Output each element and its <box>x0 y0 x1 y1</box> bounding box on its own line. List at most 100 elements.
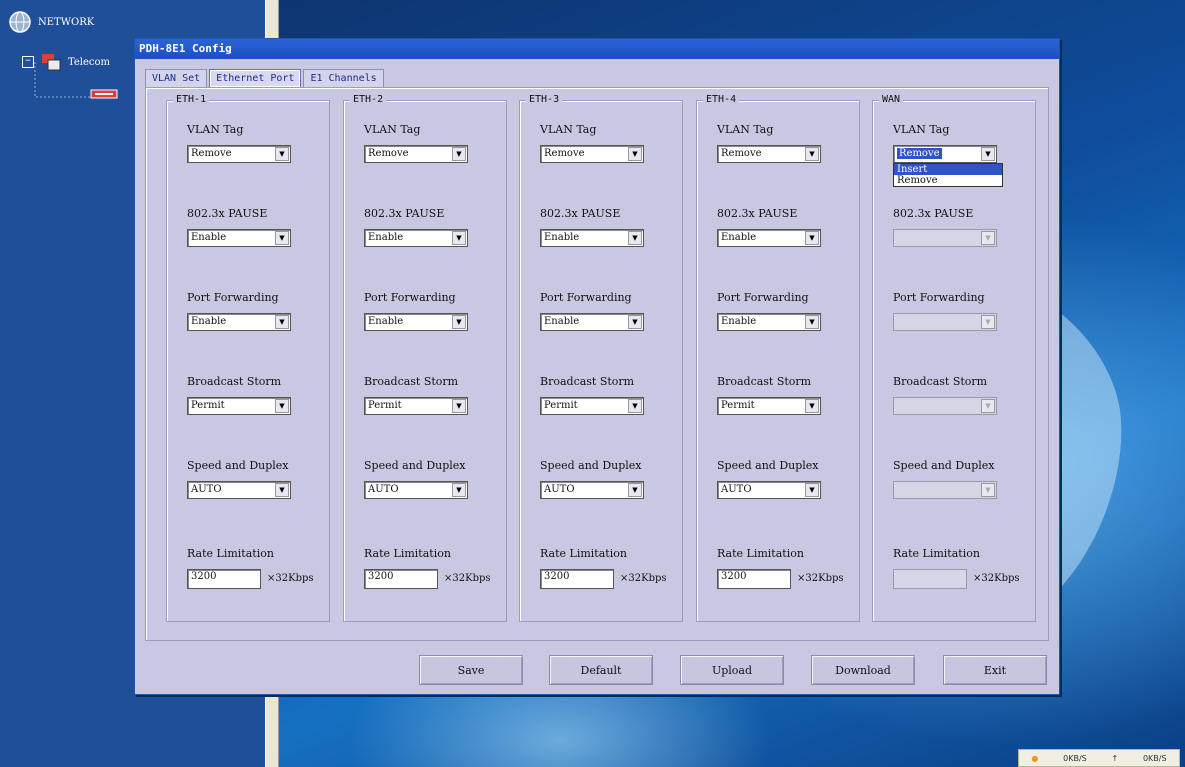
dropdown-arrow-icon: ▼ <box>981 231 995 245</box>
port-forwarding-select[interactable]: Enable ▼ <box>717 313 821 331</box>
pause-select[interactable]: Enable ▼ <box>364 229 468 247</box>
port-forwarding-select[interactable]: Enable ▼ <box>364 313 468 331</box>
dropdown-arrow-icon[interactable]: ▼ <box>628 147 642 161</box>
dropdown-arrow-icon[interactable]: ▼ <box>805 231 819 245</box>
vlan-tag-dropdown-list: Insert Remove <box>893 163 1003 187</box>
speed-duplex-select: ▼ <box>893 481 997 499</box>
select-value: Remove <box>191 148 232 159</box>
tree-root[interactable]: NETWORK <box>8 10 94 34</box>
vlan-tag-select[interactable]: Remove ▼ <box>364 145 468 163</box>
dropdown-arrow-icon[interactable]: ▼ <box>452 315 466 329</box>
tab-bar: VLAN Set Ethernet Port E1 Channels <box>145 69 386 87</box>
vlan-tag-select[interactable]: Remove ▼ <box>717 145 821 163</box>
port-group-title: ETH-1 <box>173 94 210 105</box>
dropdown-arrow-icon[interactable]: ▼ <box>452 231 466 245</box>
rate-limitation-input[interactable]: 3200 <box>540 569 614 589</box>
broadcast-storm-select[interactable]: Permit ▼ <box>540 397 644 415</box>
dropdown-arrow-icon[interactable]: ▼ <box>981 147 995 161</box>
exit-button[interactable]: Exit <box>943 655 1047 685</box>
rate-limitation-input[interactable]: 3200 <box>717 569 791 589</box>
tab-vlan-set[interactable]: VLAN Set <box>145 69 208 87</box>
select-value: Enable <box>544 316 580 327</box>
save-button[interactable]: Save <box>419 655 523 685</box>
status-separator: ↑ <box>1111 753 1119 763</box>
download-button[interactable]: Download <box>811 655 915 685</box>
vlan-tag-label: VLAN Tag <box>364 123 421 136</box>
rate-label: Rate Limitation <box>540 547 627 560</box>
dropdown-arrow-icon[interactable]: ▼ <box>452 399 466 413</box>
broadcast-storm-select[interactable]: Permit ▼ <box>187 397 291 415</box>
dropdown-arrow-icon[interactable]: ▼ <box>805 483 819 497</box>
rate-limitation-input[interactable]: 3200 <box>187 569 261 589</box>
dropdown-arrow-icon[interactable]: ▼ <box>275 483 289 497</box>
broadcast-storm-select[interactable]: Permit ▼ <box>717 397 821 415</box>
vlan-tag-select[interactable]: Remove ▼ <box>187 145 291 163</box>
dropdown-arrow-icon[interactable]: ▼ <box>275 231 289 245</box>
port-forwarding-label: Port Forwarding <box>364 291 456 304</box>
upload-button[interactable]: Upload <box>680 655 784 685</box>
ethernet-port-panel: ETH-1 VLAN Tag Remove ▼ 802.3x PAUSE Enable ▼ P… <box>145 87 1049 641</box>
dropdown-option[interactable]: Insert <box>894 164 1002 175</box>
port-group-wan: WAN VLAN Tag Remove ▼ Insert Remove 802.3x PAU… <box>872 94 1036 622</box>
speed-duplex-select[interactable]: AUTO ▼ <box>540 481 644 499</box>
dropdown-arrow-icon[interactable]: ▼ <box>275 399 289 413</box>
speed-duplex-label: Speed and Duplex <box>893 459 995 472</box>
tab-e1-channels[interactable]: E1 Channels <box>303 69 384 87</box>
speed-duplex-select[interactable]: AUTO ▼ <box>717 481 821 499</box>
dropdown-arrow-icon: ▼ <box>981 483 995 497</box>
vlan-tag-label: VLAN Tag <box>540 123 597 136</box>
status-upload: 0KB/S <box>1063 753 1087 763</box>
rate-limitation-input <box>893 569 967 589</box>
dropdown-arrow-icon: ▼ <box>981 315 995 329</box>
pause-select: ▼ <box>893 229 997 247</box>
vlan-tag-select[interactable]: Remove ▼ <box>540 145 644 163</box>
broadcast-storm-select[interactable]: Permit ▼ <box>364 397 468 415</box>
port-group-title: ETH-3 <box>526 94 563 105</box>
dropdown-arrow-icon[interactable]: ▼ <box>452 147 466 161</box>
dropdown-arrow-icon[interactable]: ▼ <box>275 147 289 161</box>
dropdown-arrow-icon[interactable]: ▼ <box>628 231 642 245</box>
button-bar: Save Default Upload Download Exit <box>135 653 1059 687</box>
dialog-titlebar[interactable]: PDH-8E1 Config <box>135 39 1059 59</box>
port-group-eth-2: ETH-2 VLAN Tag Remove ▼ 802.3x PAUSE Enable ▼ P… <box>343 94 507 622</box>
default-button[interactable]: Default <box>549 655 653 685</box>
dropdown-option[interactable]: Remove <box>894 175 1002 186</box>
select-value: AUTO <box>191 484 222 495</box>
select-value: Permit <box>544 400 578 411</box>
dropdown-arrow-icon[interactable]: ▼ <box>805 315 819 329</box>
dropdown-arrow-icon[interactable]: ▼ <box>628 399 642 413</box>
tab-ethernet-port[interactable]: Ethernet Port <box>209 69 302 87</box>
broadcast-storm-label: Broadcast Storm <box>364 375 459 388</box>
select-value: Remove <box>544 148 585 159</box>
dropdown-arrow-icon[interactable]: ▼ <box>805 399 819 413</box>
speed-duplex-select[interactable]: AUTO ▼ <box>187 481 291 499</box>
select-value: Permit <box>368 400 402 411</box>
rate-limitation-input[interactable]: 3200 <box>364 569 438 589</box>
dropdown-arrow-icon[interactable]: ▼ <box>628 315 642 329</box>
pause-label: 802.3x PAUSE <box>187 207 268 220</box>
port-group-title: ETH-4 <box>703 94 740 105</box>
pause-select[interactable]: Enable ▼ <box>540 229 644 247</box>
pause-select[interactable]: Enable ▼ <box>717 229 821 247</box>
port-forwarding-select[interactable]: Enable ▼ <box>187 313 291 331</box>
dropdown-arrow-icon: ▼ <box>981 399 995 413</box>
speed-duplex-label: Speed and Duplex <box>187 459 289 472</box>
broadcast-storm-label: Broadcast Storm <box>540 375 635 388</box>
rate-unit-label: ×32Kbps <box>444 573 491 584</box>
port-group-title: WAN <box>879 94 904 105</box>
port-forwarding-select[interactable]: Enable ▼ <box>540 313 644 331</box>
rate-unit-label: ×32Kbps <box>797 573 844 584</box>
speed-duplex-select[interactable]: AUTO ▼ <box>364 481 468 499</box>
dropdown-arrow-icon[interactable]: ▼ <box>275 315 289 329</box>
dropdown-arrow-icon[interactable]: ▼ <box>452 483 466 497</box>
select-value: AUTO <box>544 484 575 495</box>
port-group-title: ETH-2 <box>350 94 387 105</box>
vlan-tag-label: VLAN Tag <box>717 123 774 136</box>
vlan-tag-select[interactable]: Remove ▼ <box>893 145 997 163</box>
dropdown-arrow-icon[interactable]: ▼ <box>805 147 819 161</box>
pause-select[interactable]: Enable ▼ <box>187 229 291 247</box>
network-globe-icon <box>9 11 31 33</box>
dropdown-arrow-icon[interactable]: ▼ <box>628 483 642 497</box>
rate-unit-label: ×32Kbps <box>973 573 1020 584</box>
select-value: Remove <box>897 148 942 159</box>
